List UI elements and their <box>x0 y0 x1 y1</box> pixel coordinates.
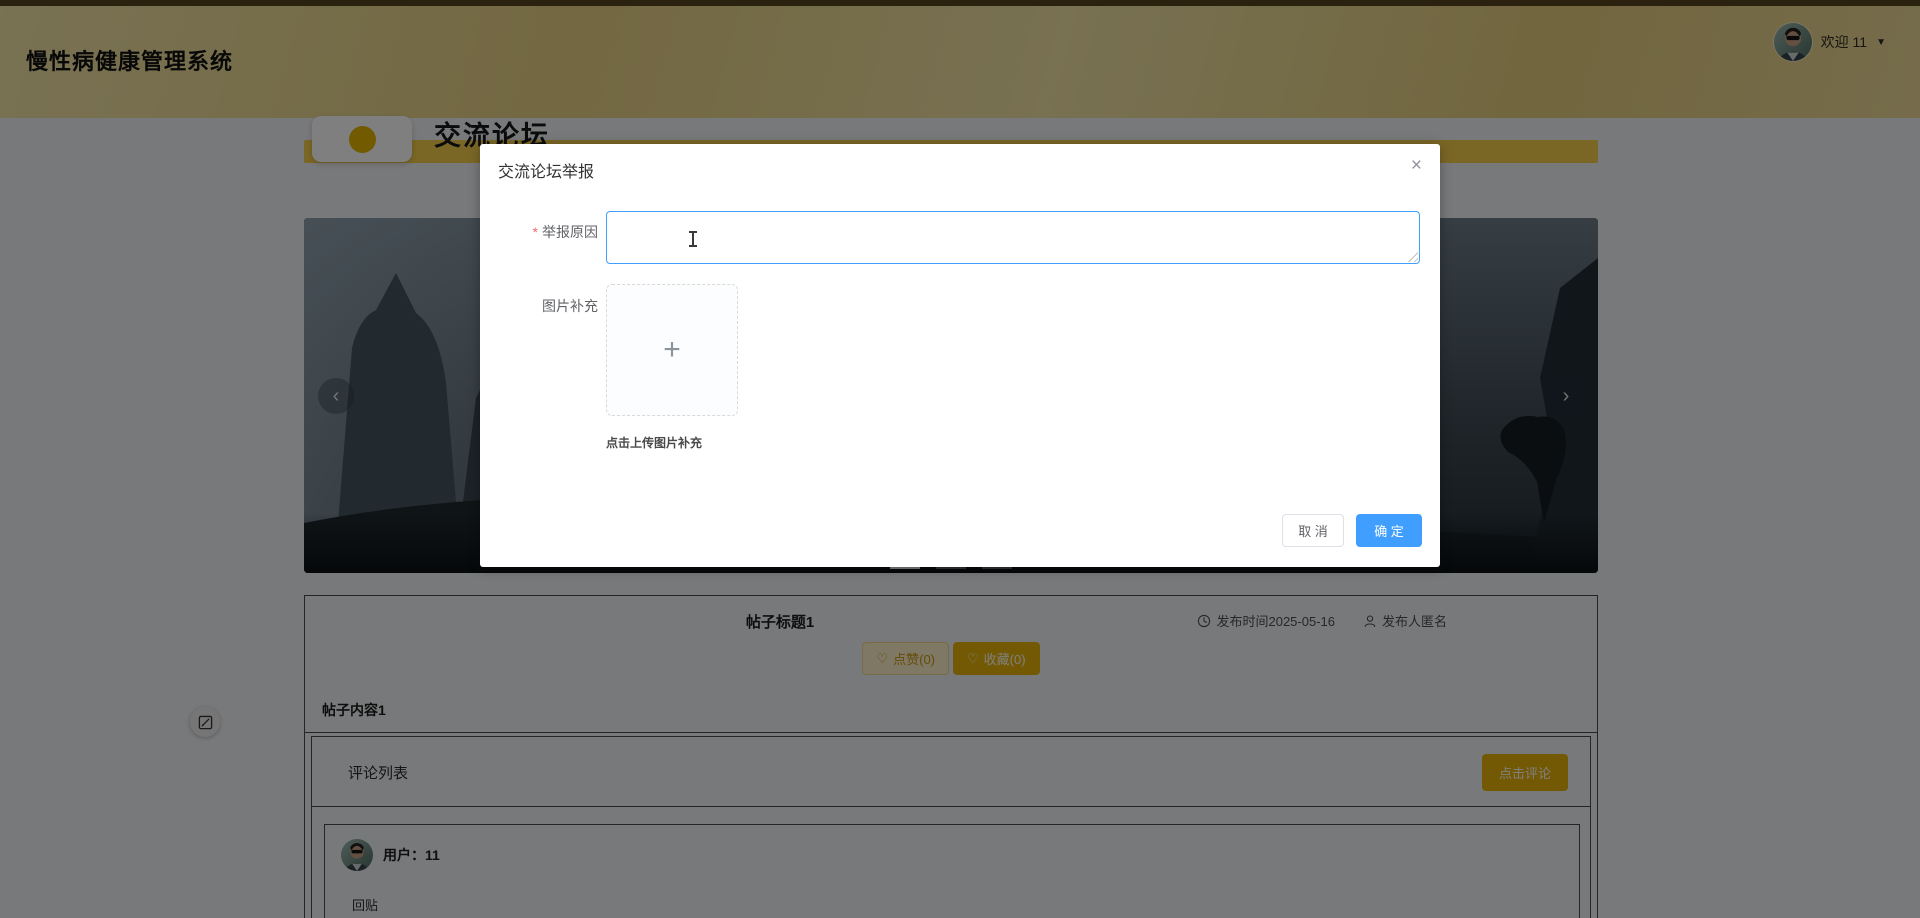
required-mark: * <box>533 224 538 240</box>
reason-label: *举报原因 <box>480 222 598 242</box>
dialog-title: 交流论坛举报 <box>498 158 594 182</box>
confirm-button[interactable]: 确 定 <box>1356 514 1422 547</box>
upload-tip: 点击上传图片补充 <box>606 434 702 451</box>
plus-icon: + <box>663 335 681 365</box>
close-icon[interactable]: × <box>1411 156 1422 175</box>
image-upload-box[interactable]: + <box>606 284 738 416</box>
cancel-button[interactable]: 取 消 <box>1282 514 1344 547</box>
text-cursor <box>692 232 694 246</box>
report-reason-textarea[interactable] <box>606 211 1420 264</box>
image-label: 图片补充 <box>480 296 598 316</box>
report-dialog: 交流论坛举报 × *举报原因 图片补充 + 点击上传图片补充 取 消 确 定 <box>480 144 1440 567</box>
page: 慢性病健康管理系统 欢迎 11 ▼ 交流论坛 <box>0 0 1920 918</box>
